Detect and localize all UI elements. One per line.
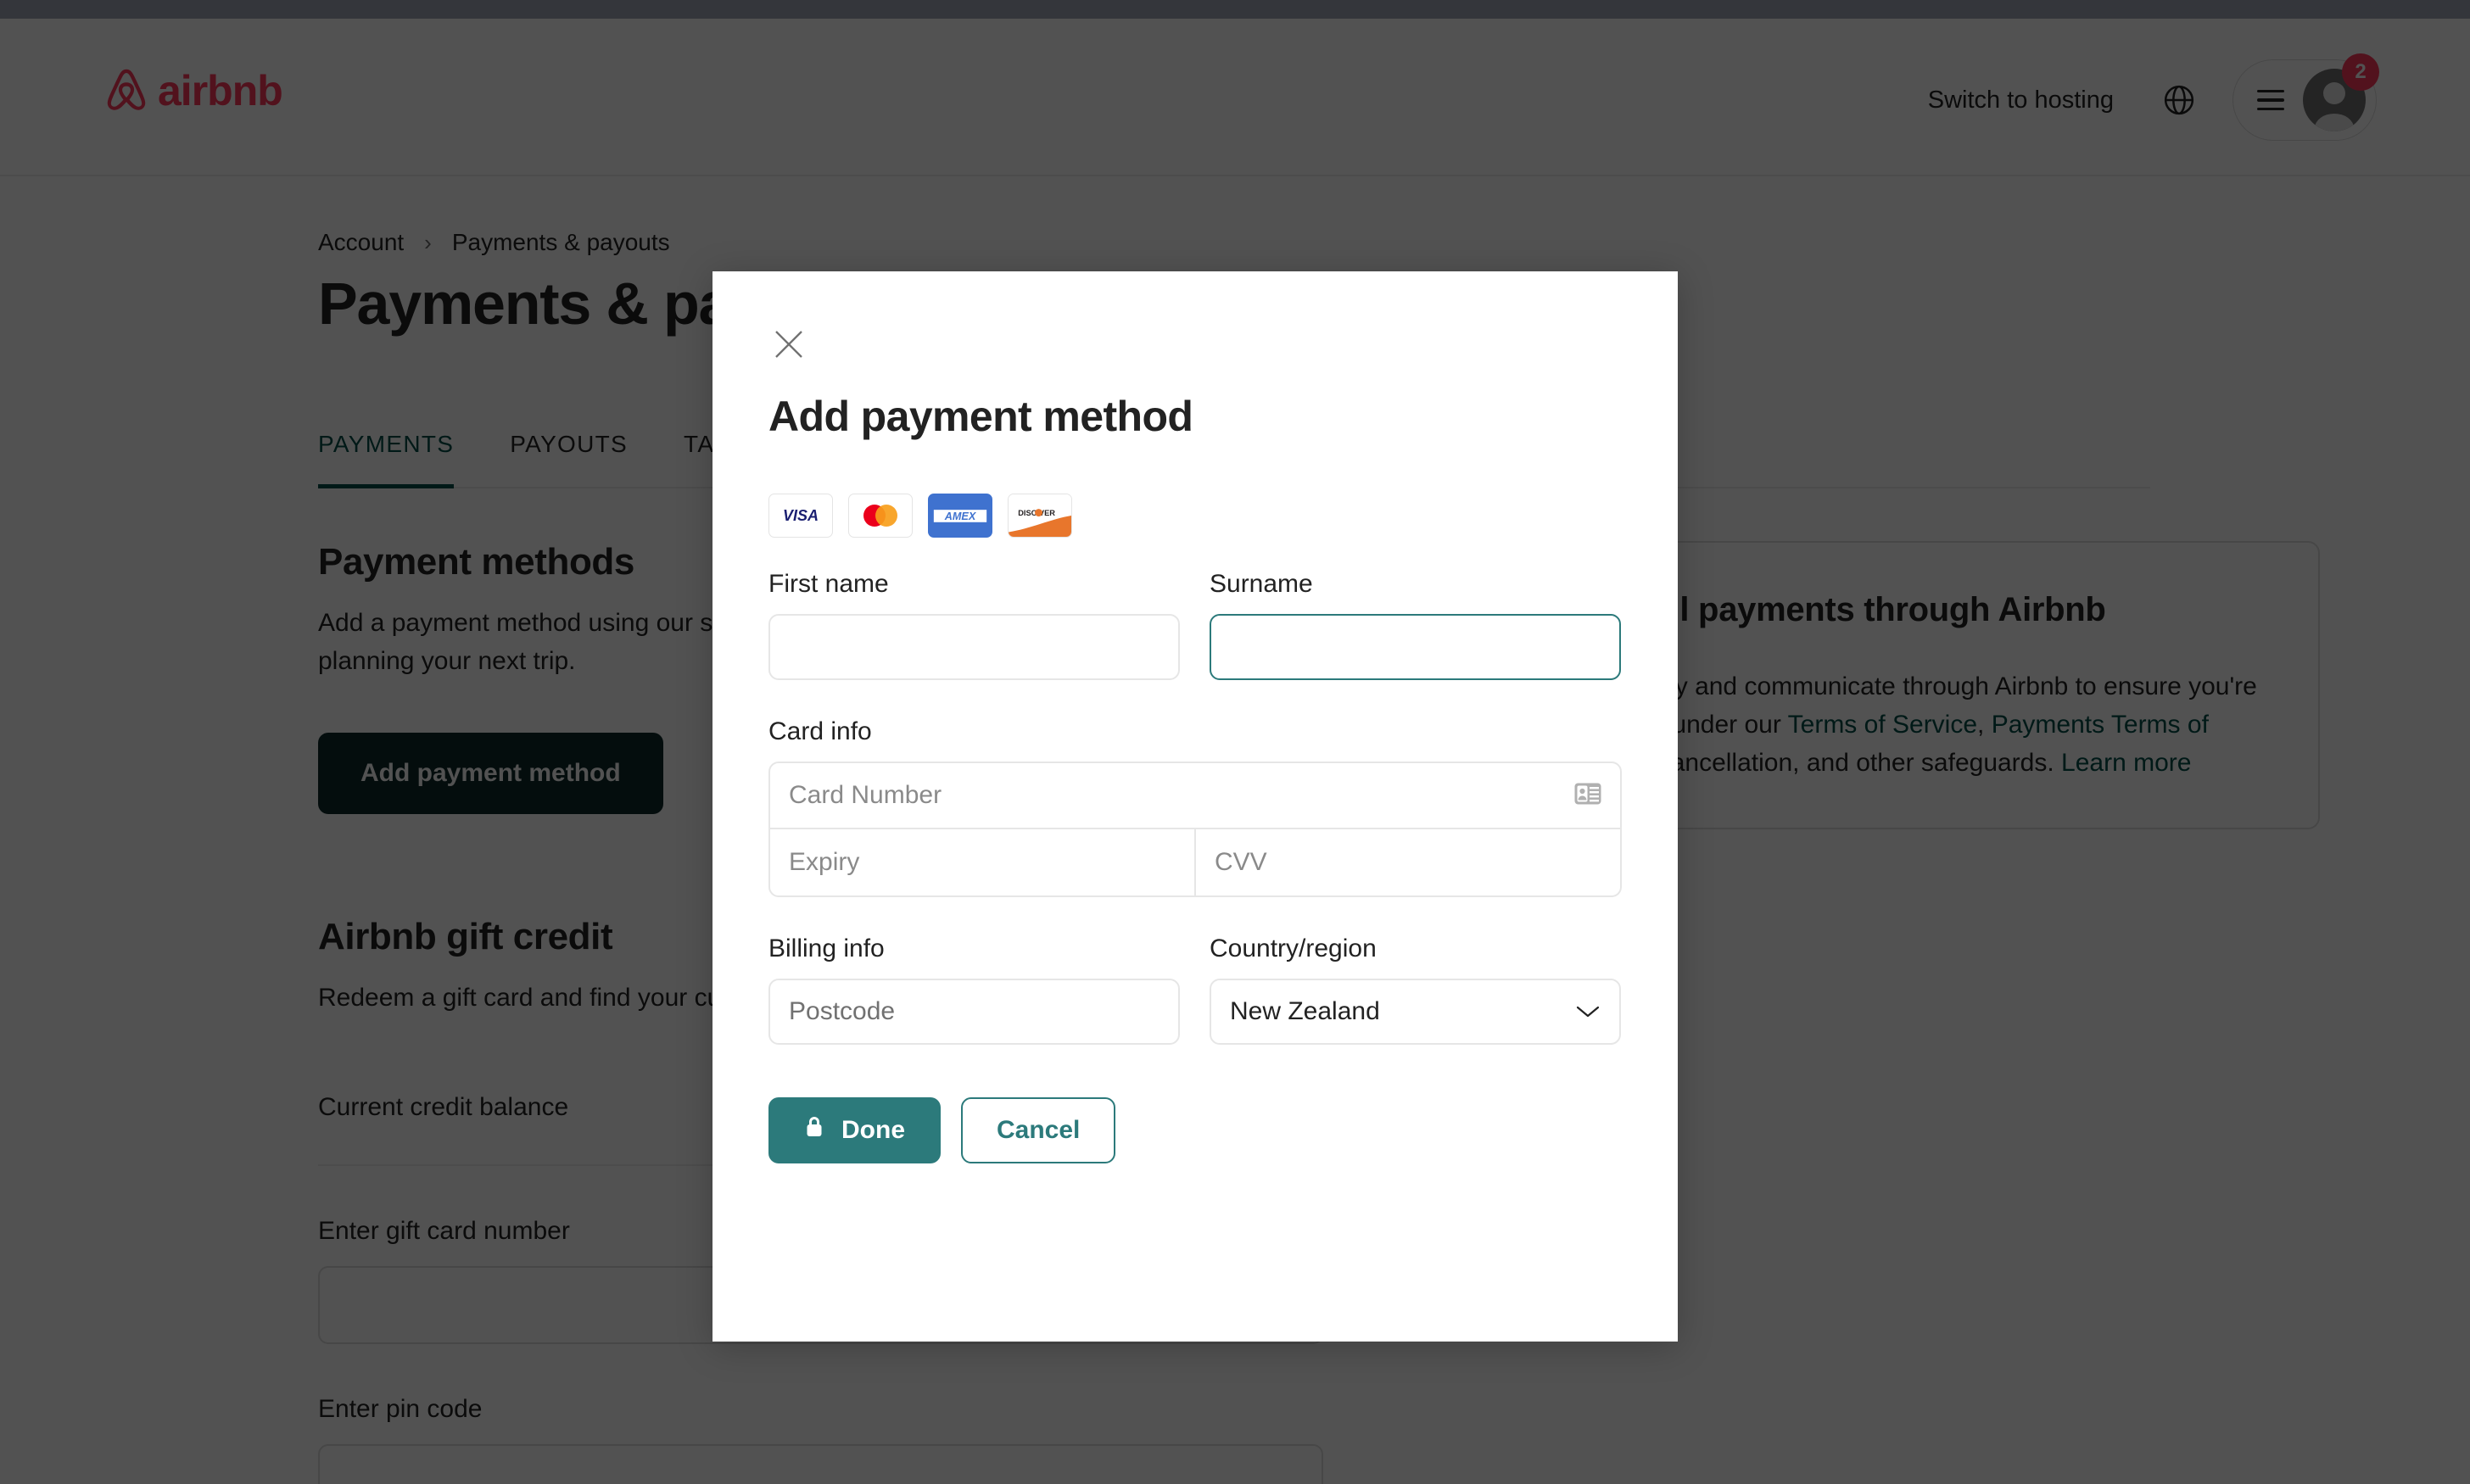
country-region-value: New Zealand <box>1230 997 1380 1025</box>
chevron-right-icon: › <box>424 229 432 255</box>
done-button[interactable]: Done <box>768 1097 941 1163</box>
billing-info-group: Billing info Postcode <box>768 934 1180 1045</box>
mastercard-icon <box>848 494 913 538</box>
browser-chrome-strip <box>0 0 2470 19</box>
tab-payments[interactable]: PAYMENTS <box>318 431 455 488</box>
country-region-select[interactable]: New Zealand <box>1210 979 1621 1045</box>
country-region-label: Country/region <box>1210 934 1377 962</box>
modal-title: Add payment method <box>768 393 1193 440</box>
info-body-2: , <box>1977 711 1992 739</box>
modal-actions: Done Cancel <box>768 1097 1622 1163</box>
postcode-input[interactable]: Postcode <box>768 979 1180 1045</box>
expiry-cvv-row: Expiry CVV <box>770 829 1620 895</box>
hamburger-icon <box>2257 89 2284 111</box>
first-name-label: First name <box>768 570 889 598</box>
header-actions: Switch to hosting 2 <box>1904 53 2379 141</box>
breadcrumb: Account › Payments & payouts <box>318 229 670 256</box>
cancel-button[interactable]: Cancel <box>961 1097 1116 1163</box>
tab-payouts[interactable]: PAYOUTS <box>510 431 628 487</box>
billing-row: Billing info Postcode Country/region New… <box>768 934 1622 1045</box>
screen-root: airbnb Switch to hosting 2 Account › Pay… <box>0 0 2470 1484</box>
surname-label: Surname <box>1210 570 1313 598</box>
country-region-group: Country/region New Zealand <box>1210 934 1621 1045</box>
site-header: airbnb Switch to hosting 2 <box>0 19 2470 176</box>
billing-info-label: Billing info <box>768 934 885 962</box>
breadcrumb-account[interactable]: Account <box>318 229 404 256</box>
close-icon[interactable] <box>765 321 813 368</box>
switch-to-hosting-link[interactable]: Switch to hosting <box>1904 68 2138 133</box>
user-menu-button[interactable]: 2 <box>2232 53 2379 141</box>
amex-icon: AMEX <box>928 494 992 538</box>
info-body-3: , cancellation, and other safeguards. <box>1644 749 2062 778</box>
learn-more-link[interactable]: Learn more <box>2061 749 2191 777</box>
card-info-group: Card Number Expiry CVV <box>768 762 1622 897</box>
svg-text:VISA: VISA <box>783 507 819 524</box>
globe-icon[interactable] <box>2146 67 2212 133</box>
done-button-label: Done <box>841 1116 905 1144</box>
lock-icon <box>804 1115 824 1146</box>
breadcrumb-current: Payments & payouts <box>451 229 670 255</box>
pin-code-input[interactable] <box>318 1444 1323 1484</box>
notification-badge: 2 <box>2342 53 2379 91</box>
card-number-row[interactable]: Card Number <box>770 763 1620 829</box>
terms-of-service-link[interactable]: Terms of Service <box>1788 711 1977 739</box>
surname-field-group: Surname <box>1210 570 1621 680</box>
add-payment-method-modal: Add payment method VISA AMEX DISC VER Fi… <box>712 271 1678 1342</box>
add-payment-method-button[interactable]: Add payment method <box>318 733 663 814</box>
accepted-card-brands: VISA AMEX DISC VER <box>768 494 1072 538</box>
first-name-field-group: First name <box>768 570 1180 680</box>
svg-text:AMEX: AMEX <box>944 510 977 522</box>
contact-card-autofill-icon[interactable] <box>1574 783 1601 809</box>
first-name-input[interactable] <box>768 614 1180 680</box>
airbnb-logo[interactable]: airbnb <box>103 66 283 115</box>
name-row: First name Surname <box>768 570 1622 680</box>
cvv-input[interactable]: CVV <box>1194 829 1620 895</box>
chevron-down-icon <box>1575 997 1601 1026</box>
pin-code-label: Enter pin code <box>318 1395 483 1423</box>
logo-wordmark: airbnb <box>158 67 283 114</box>
surname-input[interactable] <box>1210 614 1621 680</box>
discover-icon: DISC VER <box>1008 494 1072 538</box>
card-info-label: Card info <box>768 717 872 745</box>
visa-icon: VISA <box>768 494 833 538</box>
card-number-placeholder: Card Number <box>789 781 942 809</box>
payment-form: First name Surname Card info Card Number <box>768 570 1622 1163</box>
expiry-input[interactable]: Expiry <box>770 829 1194 895</box>
airbnb-bélo-icon <box>107 69 146 110</box>
